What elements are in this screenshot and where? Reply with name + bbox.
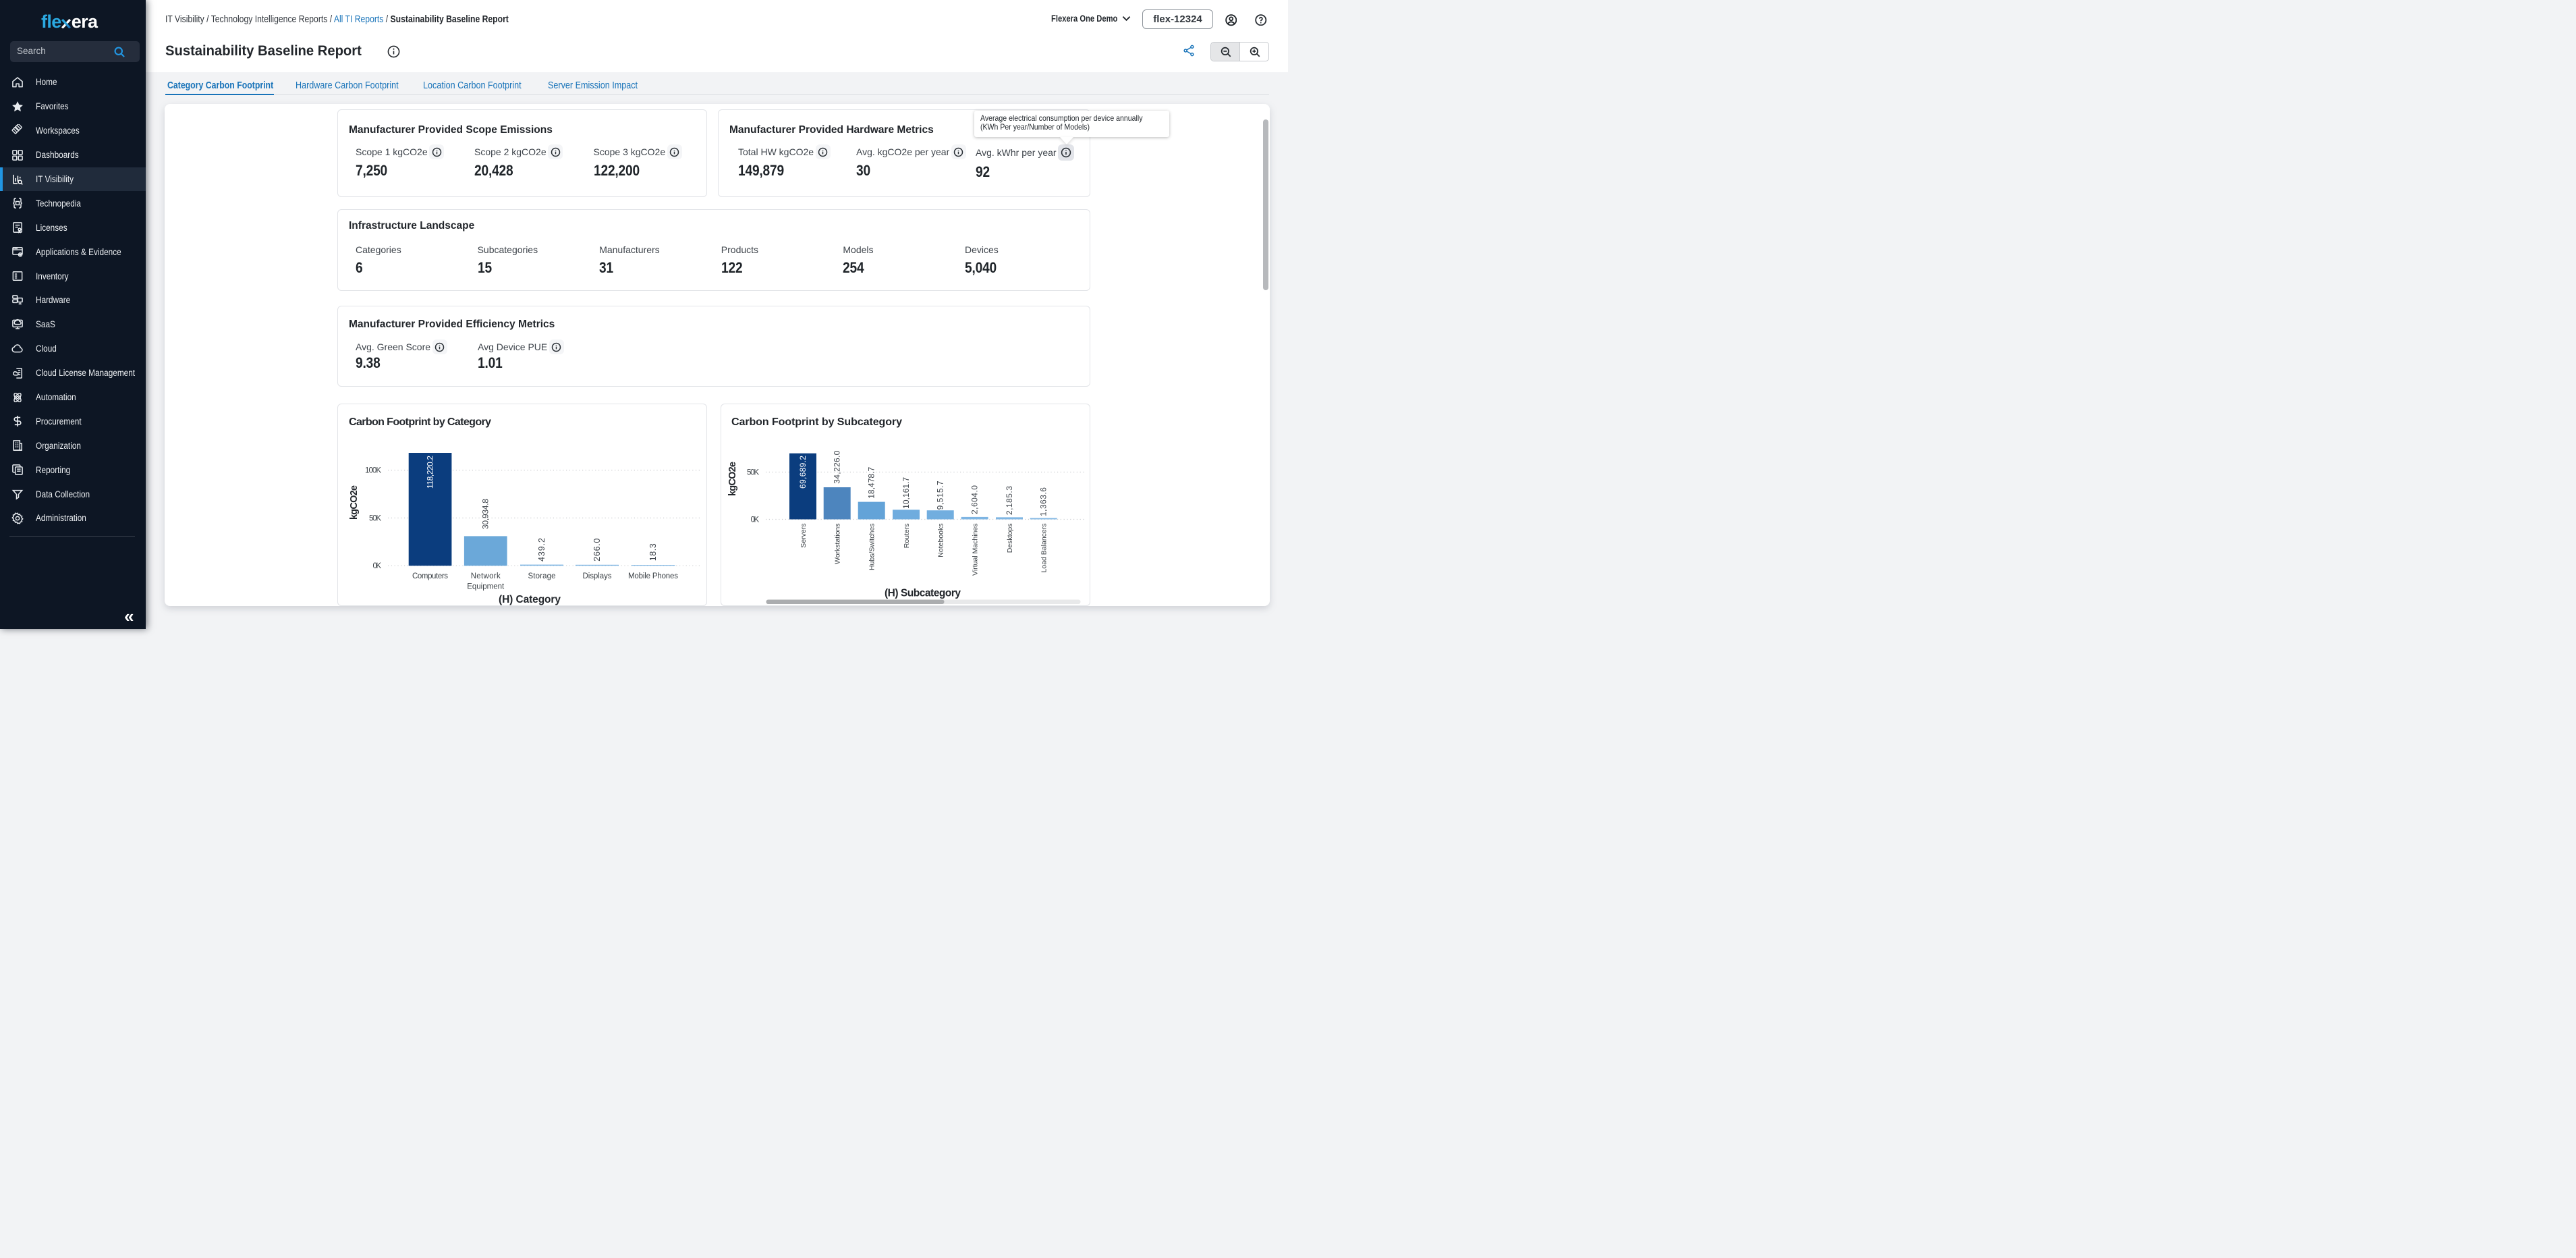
svg-text:(H) Subcategory: (H) Subcategory <box>885 588 961 599</box>
svg-text:Servers: Servers <box>800 524 808 548</box>
svg-text:30,934.8: 30,934.8 <box>481 499 491 529</box>
svg-text:Routers: Routers <box>903 524 911 549</box>
svg-text:1,363.6: 1,363.6 <box>1039 487 1048 516</box>
svg-text:34,226.0: 34,226.0 <box>833 450 842 483</box>
svg-text:69,689.2: 69,689.2 <box>798 456 808 489</box>
svg-text:18.3: 18.3 <box>648 543 658 561</box>
svg-text:Storage: Storage <box>528 572 556 580</box>
svg-text:Hubs/Switches: Hubs/Switches <box>868 524 876 570</box>
svg-text:10,161.7: 10,161.7 <box>901 477 911 509</box>
svg-text:Carbon Footprint by Category: Carbon Footprint by Category <box>349 416 491 428</box>
svg-text:Network: Network <box>471 572 501 580</box>
svg-text:Load Balancers: Load Balancers <box>1040 524 1048 573</box>
svg-text:2,185.3: 2,185.3 <box>1005 486 1014 515</box>
svg-text:0K: 0K <box>751 516 760 524</box>
svg-text:50K: 50K <box>747 469 759 477</box>
svg-text:Carbon Footprint by Subcategor: Carbon Footprint by Subcategory <box>731 416 902 428</box>
svg-text:Equipment: Equipment <box>467 583 505 591</box>
svg-text:266.0: 266.0 <box>592 539 602 562</box>
svg-text:Desktops: Desktops <box>1006 524 1014 553</box>
svg-text:kgCO2e: kgCO2e <box>727 462 738 496</box>
svg-text:100K: 100K <box>365 467 381 475</box>
svg-text:Displays: Displays <box>583 572 612 580</box>
svg-text:9,515.7: 9,515.7 <box>936 481 945 510</box>
svg-text:0K: 0K <box>373 562 382 570</box>
svg-text:Virtual Machines: Virtual Machines <box>972 524 980 576</box>
svg-text:50K: 50K <box>369 515 381 523</box>
svg-text:118,220.2: 118,220.2 <box>426 456 435 489</box>
svg-text:Workstations: Workstations <box>834 524 842 565</box>
svg-text:Computers: Computers <box>412 572 448 580</box>
svg-text:(H) Category: (H) Category <box>499 594 561 605</box>
svg-text:2,604.0: 2,604.0 <box>970 485 980 514</box>
svg-text:kgCO2e: kgCO2e <box>349 485 360 520</box>
svg-text:439.2: 439.2 <box>537 538 547 562</box>
svg-text:18,478.7: 18,478.7 <box>867 466 876 498</box>
svg-text:Notebooks: Notebooks <box>937 524 945 557</box>
svg-text:Mobile Phones: Mobile Phones <box>628 572 678 580</box>
